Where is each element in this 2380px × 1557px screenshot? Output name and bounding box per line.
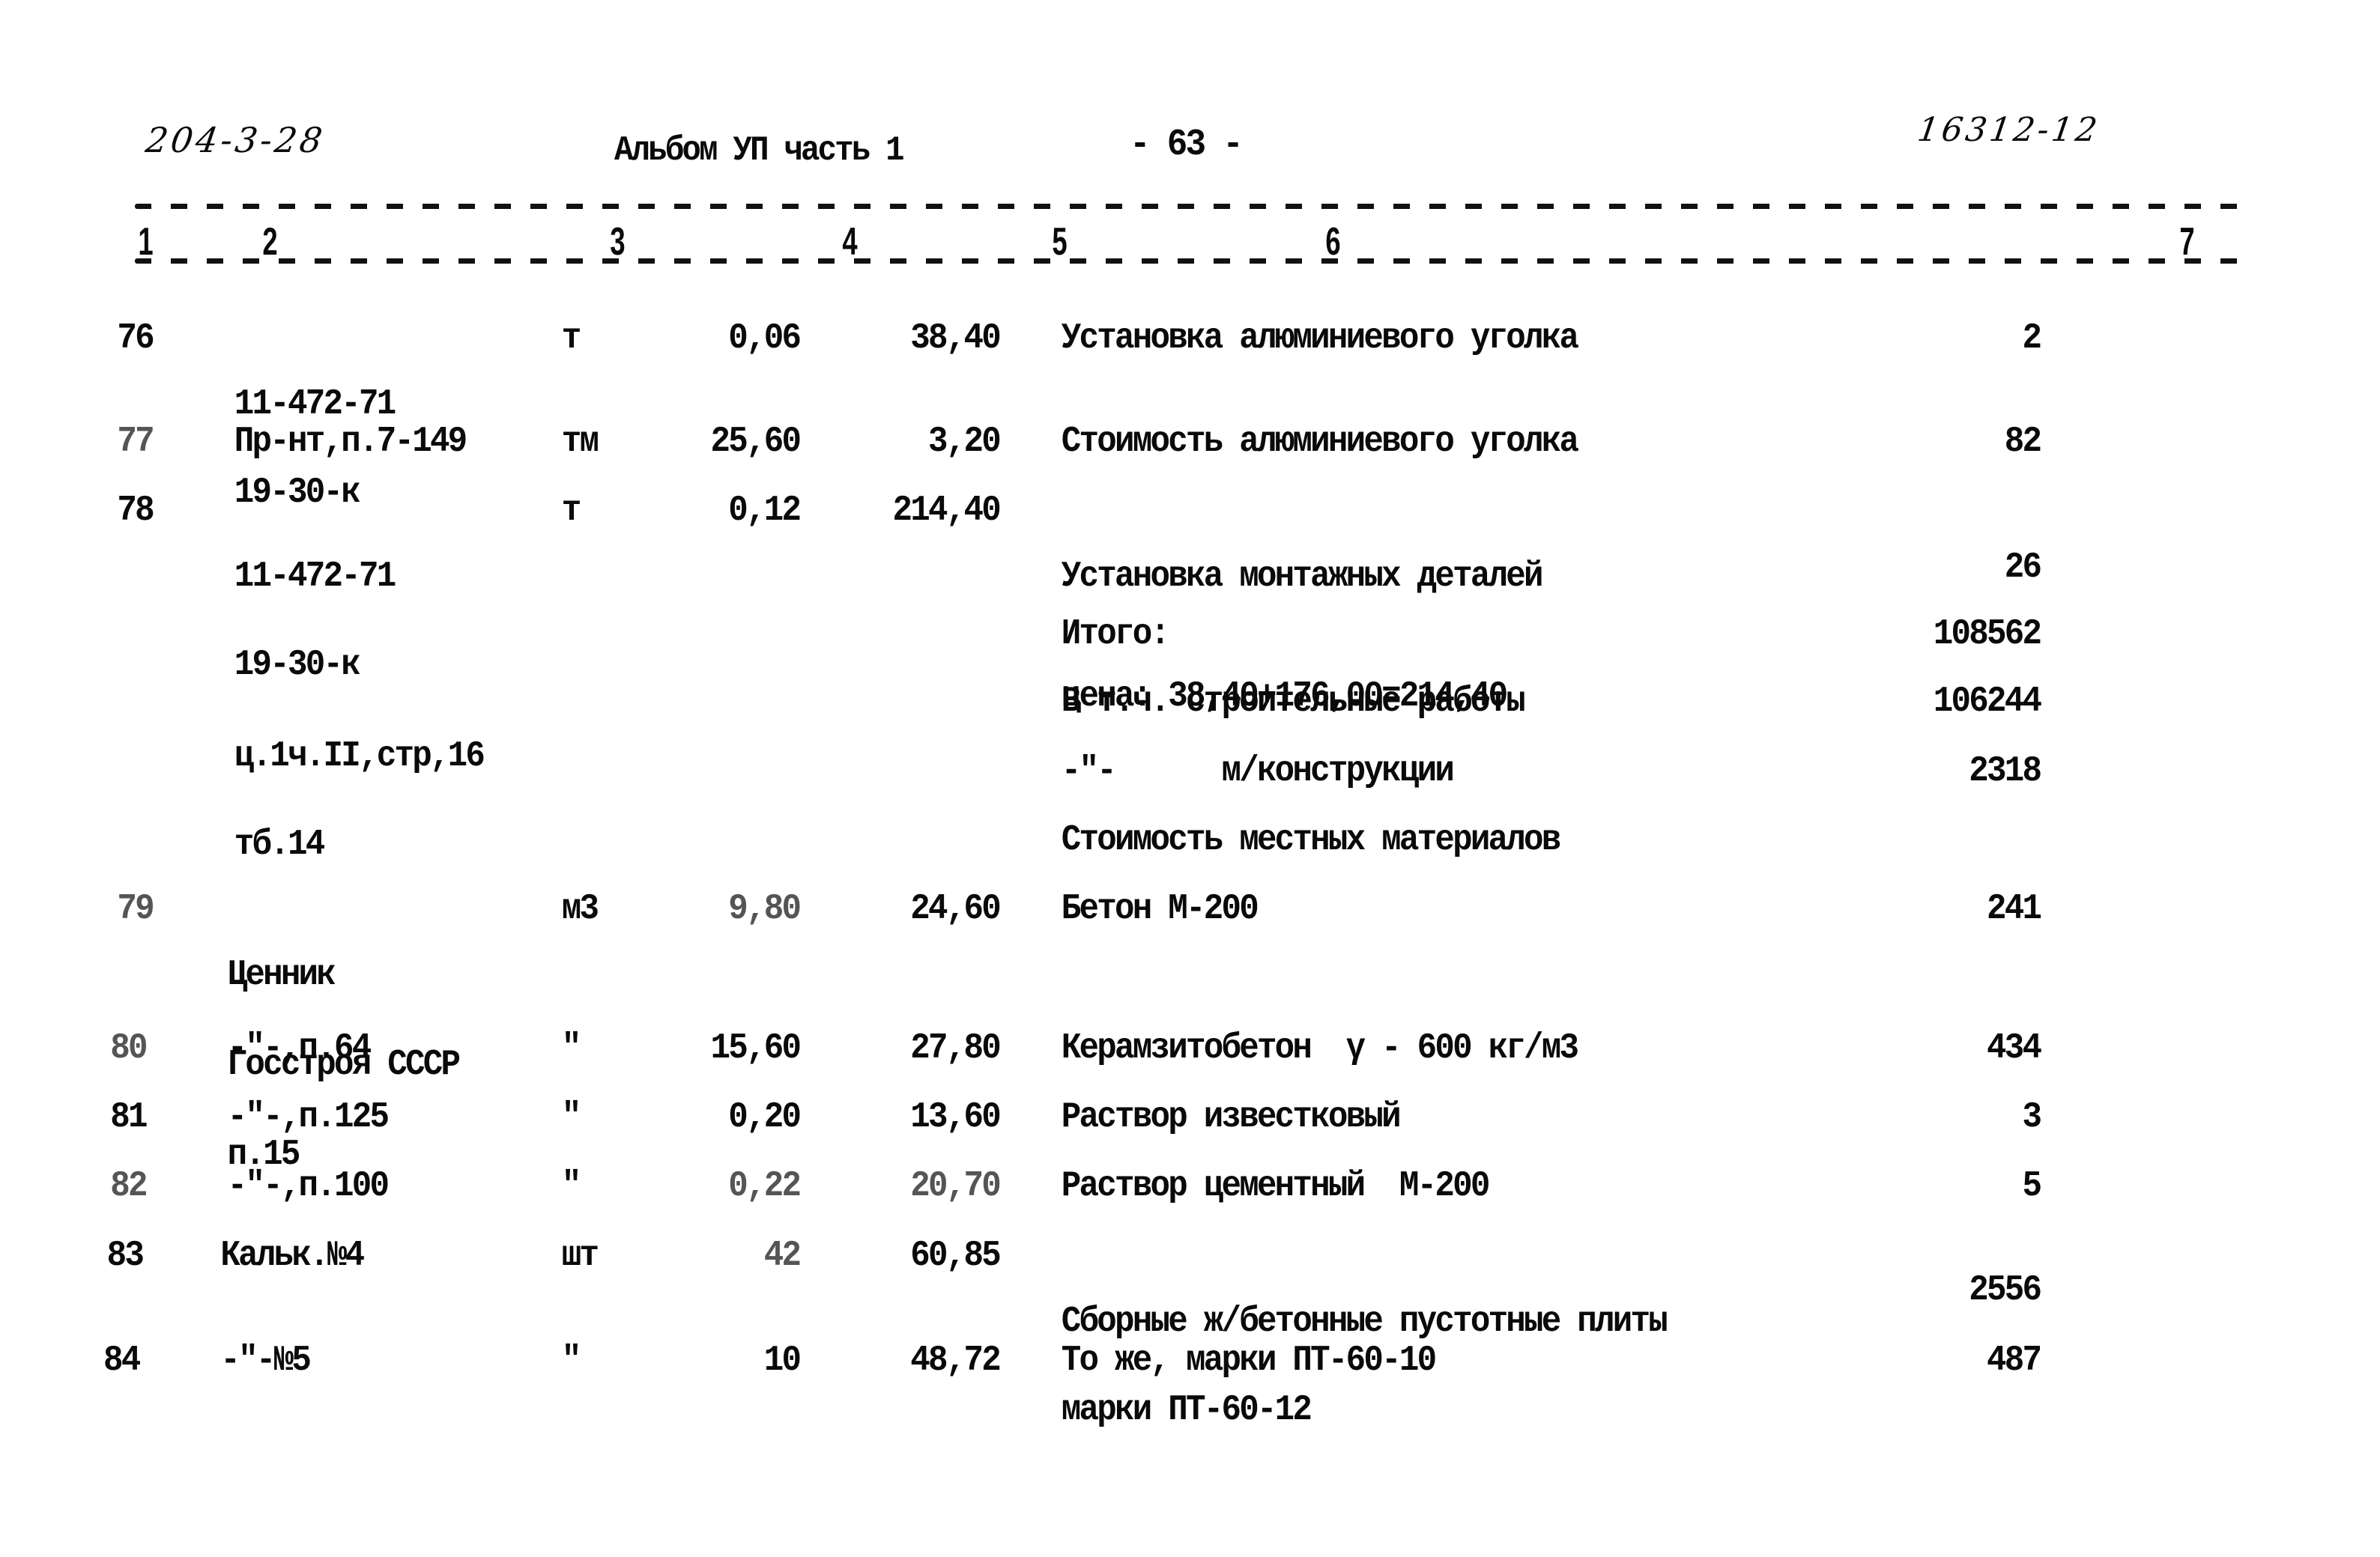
row-number: 81	[110, 1097, 148, 1138]
quantity: 0,22	[728, 1166, 802, 1207]
description-line: марки ПТ-60-12	[1061, 1390, 1312, 1430]
page-number: - 63 -	[1130, 124, 1244, 166]
cost: 2556	[1969, 1270, 2042, 1311]
quantity: 0,06	[728, 318, 802, 359]
row-number: 77	[117, 422, 154, 462]
header-bottom-rule	[135, 258, 2255, 264]
row-number: 78	[117, 491, 154, 531]
column-header-1: 1	[138, 220, 154, 264]
description: Раствор цементный М-200	[1061, 1166, 1491, 1207]
column-header-5: 5	[1052, 220, 1068, 264]
unit: м3	[561, 889, 599, 929]
row-number: 84	[103, 1341, 141, 1381]
reference-line: Ценник	[227, 955, 336, 995]
album-title: Альбом УП часть 1	[614, 131, 905, 170]
unit: т	[561, 318, 581, 359]
column-header-2: 2	[262, 220, 278, 264]
cost: 487	[1986, 1341, 2042, 1381]
column-header-4: 4	[842, 220, 858, 264]
reference-line: 11-472-71	[234, 384, 396, 425]
section-heading: Стоимость местных материалов	[1061, 820, 1561, 861]
row-number: 79	[117, 889, 154, 929]
reference: -"-,п.64	[227, 1028, 372, 1069]
unit: тм	[561, 422, 599, 462]
unit: "	[561, 1097, 581, 1138]
archive-number: 16312-12	[1915, 111, 2103, 149]
unit-price: 24,60	[910, 889, 1001, 929]
row-number: 83	[106, 1236, 145, 1276]
reference: 11-472-71 19-30-к ц.1ч.II,стр,16 тб.14	[234, 494, 485, 927]
quantity: 15,60	[710, 1028, 801, 1069]
summary-value: 108562	[1933, 614, 2042, 655]
unit: "	[561, 1166, 581, 1207]
row-number: 82	[110, 1166, 148, 1207]
unit-price: 214,40	[892, 491, 1002, 531]
unit-price: 3,20	[928, 422, 1002, 462]
description: Раствор известковый	[1061, 1097, 1402, 1138]
quantity: 0,20	[728, 1097, 802, 1138]
reference: Кальк.№4	[220, 1236, 365, 1276]
quantity: 0,12	[728, 491, 802, 531]
description: Бетон М-200	[1061, 889, 1259, 929]
description: Стоимость алюминиевого уголка	[1061, 422, 1579, 462]
row-number: 76	[117, 318, 154, 359]
summary-label: В т.ч. строительные работы	[1061, 682, 1526, 722]
cost: 2	[2022, 318, 2042, 359]
column-header-3: 3	[610, 220, 626, 264]
unit: "	[561, 1341, 581, 1381]
description: Керамзитобетон γ - 600 кг/м3	[1061, 1028, 1579, 1069]
unit-price: 38,40	[910, 318, 1001, 359]
cost: 241	[1986, 889, 2042, 929]
cost: 3	[2022, 1097, 2042, 1138]
description: То же, марки ПТ-60-10	[1061, 1341, 1437, 1381]
unit-price: 48,72	[910, 1341, 1001, 1381]
unit-price: 60,85	[910, 1236, 1001, 1276]
cost: 26	[2004, 547, 2042, 588]
reference-line: 19-30-к	[234, 645, 361, 685]
quantity: 42	[763, 1236, 802, 1276]
row-number: 80	[110, 1028, 148, 1069]
summary-value: 2318	[1969, 751, 2042, 792]
description-line: Установка монтажных деталей	[1061, 556, 1544, 597]
cost: 434	[1986, 1028, 2042, 1069]
reference-line: 11-472-71	[234, 556, 396, 597]
column-header-7: 7	[2179, 220, 2195, 264]
quantity: 25,60	[710, 422, 801, 462]
unit-price: 20,70	[910, 1166, 1001, 1207]
description-line: Сборные ж/бетонные пустотные плиты	[1061, 1302, 1668, 1342]
reference-line: ц.1ч.II,стр,16	[234, 736, 485, 777]
summary-value: 106244	[1933, 682, 2042, 722]
cost: 82	[2004, 422, 2042, 462]
unit-price: 13,60	[910, 1097, 1001, 1138]
unit-price: 27,80	[910, 1028, 1001, 1069]
reference: Пр-нт,п.7-149	[234, 422, 467, 462]
description: Установка алюминиевого уголка	[1061, 318, 1579, 359]
cost: 5	[2022, 1166, 2042, 1207]
quantity: 9,80	[728, 889, 802, 929]
summary-label: Итого:	[1061, 614, 1170, 655]
reference-line: тб.14	[234, 825, 325, 865]
reference: -"-,п.100	[227, 1166, 390, 1207]
summary-label: -"- м/конструкции	[1061, 751, 1455, 792]
unit: "	[561, 1028, 581, 1069]
document-code: 204-3-28	[143, 120, 328, 160]
quantity: 10	[763, 1341, 802, 1381]
column-header-6: 6	[1325, 220, 1341, 264]
unit: шт	[561, 1236, 599, 1276]
reference: -"-,п.125	[227, 1097, 390, 1138]
header-top-rule	[135, 204, 2255, 209]
unit: т	[561, 491, 581, 531]
reference: -"-№5	[220, 1341, 311, 1381]
